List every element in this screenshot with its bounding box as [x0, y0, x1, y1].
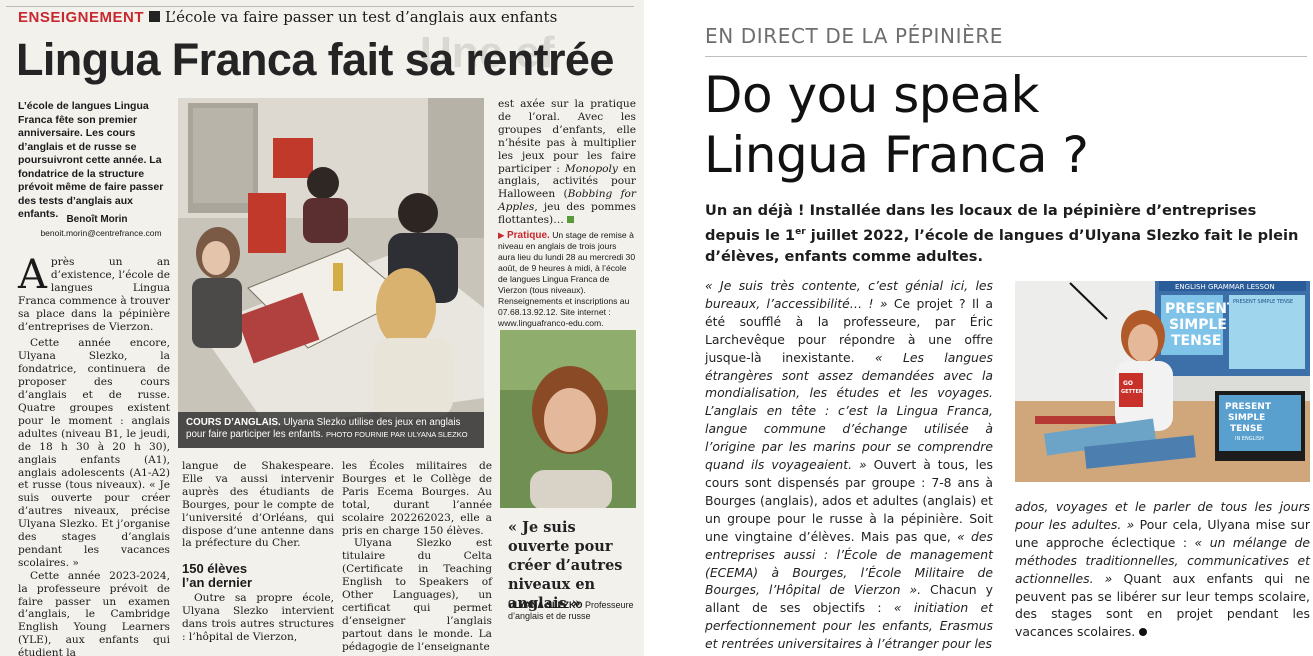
- body-column-1: « Je suis très contente, c’est génial ic…: [705, 277, 993, 653]
- top-rule: [6, 6, 634, 7]
- kicker-text: L’école va faire passer un test d’anglai…: [165, 8, 558, 26]
- paragraph: Ulyana Slezko est titulaire du Celta (Ce…: [342, 537, 492, 653]
- subheading-line: 150 élèves: [182, 561, 248, 576]
- board-subtitle: PRESENT SIMPLE TENSE: [1233, 299, 1293, 305]
- quote-attribution: ULYANA SLEZKO Professeure d’anglais et d…: [508, 600, 638, 622]
- paragraph: les Écoles militaires de Bourges et le C…: [342, 460, 492, 537]
- caption-label: COURS D’ANGLAIS.: [186, 417, 281, 428]
- board-header: ENGLISH GRAMMAR LESSON: [1175, 283, 1275, 291]
- practical-text: Un stage de remise à niveau en anglais d…: [498, 230, 636, 328]
- laptop-text: TENSE: [1230, 424, 1262, 434]
- body-column-2: langue de Shakespeare. Elle va aussi int…: [182, 460, 334, 550]
- paragraph: Cette année encore, Ulyana Slezko, la fo…: [18, 337, 170, 569]
- kicker: ENSEIGNEMENT L’école va faire passer un t…: [18, 8, 557, 26]
- subheading-line: l’an dernier: [182, 575, 253, 590]
- title-line: Do you speak: [704, 66, 1039, 124]
- text-italic: Monopoly: [564, 162, 618, 175]
- end-mark-icon: [567, 216, 575, 224]
- practical-label: Pratique.: [507, 230, 550, 241]
- article-title: Do you speak Lingua Franca ?: [704, 65, 1089, 185]
- quote-name: ULYANA SLEZKO: [508, 600, 583, 610]
- book-title: GO: [1123, 380, 1133, 387]
- body-column-3: les Écoles militaires de Bourges et le C…: [342, 460, 492, 654]
- title-line: Lingua Franca ?: [704, 126, 1089, 184]
- body-column-2-continued: Outre sa propre école, Ulyana Slezko int…: [182, 592, 334, 644]
- teacher-photo: ENGLISH GRAMMAR LESSON PRESENT SIMPLE TE…: [1015, 281, 1310, 482]
- drop-cap: A: [18, 252, 47, 298]
- section-rule: [705, 56, 1307, 57]
- board-line: PRESENT: [1165, 301, 1237, 317]
- article-lede: Un an déjà ! Installée dans les locaux d…: [705, 200, 1309, 267]
- body-column-1: Après un an d’existence, l’école de lang…: [18, 252, 170, 656]
- superscript: er: [795, 226, 806, 237]
- paragraph: Cette année 2023-2024, la professeure pr…: [18, 569, 170, 656]
- body-column-4: est axée sur la pratique de l’oral. Avec…: [498, 98, 636, 227]
- article-title: Lingua Franca fait sa rentrée: [16, 34, 614, 85]
- book-title: GETTER: [1121, 389, 1143, 395]
- subheading: 150 élèves l’an dernier: [182, 562, 252, 590]
- photo-credit: PHOTO FOURNIE PAR ULYANA SLEZKO: [325, 430, 468, 439]
- paragraph: langue de Shakespeare. Elle va aussi int…: [182, 460, 334, 550]
- laptop-text: SIMPLE: [1228, 413, 1265, 423]
- author-name: Benoît Morin: [66, 214, 128, 225]
- article-lede: L’école de langues Lingua Franca fête so…: [18, 100, 164, 220]
- quote: « Les langues étrangères sont assez dema…: [705, 349, 993, 473]
- square-bullet-icon: [149, 11, 161, 22]
- pull-quote: « Je suis ouverte pour créer d’autres ni…: [508, 519, 623, 612]
- board-line: SIMPLE: [1169, 317, 1227, 333]
- paragraph: Outre sa propre école, Ulyana Slezko int…: [182, 592, 334, 643]
- portrait-photo: [500, 330, 636, 508]
- section-label: ENSEIGNEMENT: [18, 9, 145, 26]
- magazine-article: EN DIRECT DE LA PÉPINIÈRE Do you speak L…: [656, 0, 1313, 656]
- board-line: TENSE: [1171, 333, 1221, 349]
- section-label: EN DIRECT DE LA PÉPINIÈRE: [705, 24, 1004, 48]
- body-column-2: ados, voyages et le parler de tous les j…: [1015, 498, 1310, 641]
- arrow-icon: ▶: [498, 230, 505, 240]
- end-bullet-icon: [1139, 628, 1148, 637]
- laptop-text: PRESENT: [1225, 402, 1272, 412]
- newspaper-clipping: Une ef ENSEIGNEMENT L’école va faire pass…: [0, 0, 644, 656]
- author-email: benoit.morin@centrefrance.com: [40, 228, 162, 238]
- laptop-subtitle: IN ENGLISH: [1235, 436, 1264, 442]
- classroom-photo: [178, 98, 484, 448]
- photo-caption: COURS D’ANGLAIS. Ulyana Slezko utilise d…: [178, 412, 484, 448]
- practical-info-box: ▶ Pratique. Un stage de remise à niveau …: [498, 230, 636, 329]
